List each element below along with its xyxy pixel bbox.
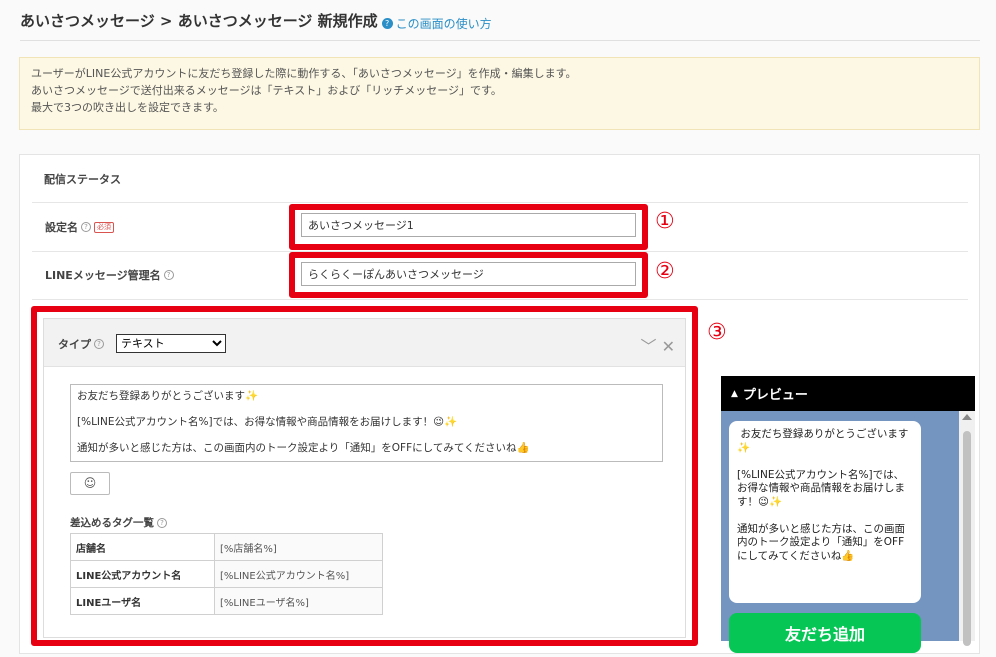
help-link[interactable]: ? この画面の使い方 <box>381 15 492 32</box>
divider <box>32 202 968 203</box>
preview-scrollbar[interactable] <box>959 411 975 646</box>
setting-name-label-text: 設定名 <box>45 221 78 234</box>
divider <box>32 299 968 300</box>
preview-panel: ▲ プレビュー お友だち登録ありがとうございます✨ [%LINE公式アカウント名… <box>721 376 975 653</box>
annotation-number-3: ③ <box>707 320 727 345</box>
notice-box: ユーザーがLINE公式アカウントに友だち登録した際に動作する、「あいさつメッセー… <box>19 57 980 130</box>
header-divider <box>20 40 980 41</box>
scroll-thumb[interactable] <box>963 431 971 646</box>
preview-header[interactable]: ▲ プレビュー <box>721 376 975 411</box>
annotation-number-2: ② <box>655 259 675 284</box>
annotation-number-1: ① <box>655 209 675 234</box>
help-icon: ? <box>381 18 393 29</box>
page-title: あいさつメッセージ > あいさつメッセージ 新規作成 <box>20 12 378 30</box>
highlight-box-1 <box>289 204 648 250</box>
collapse-triangle-icon: ▲ <box>731 388 738 399</box>
help-icon[interactable]: ? <box>81 222 91 232</box>
help-link-label[interactable]: この画面の使い方 <box>396 15 492 32</box>
section-title: 配信ステータス <box>44 173 121 186</box>
highlight-box-3 <box>31 306 698 646</box>
setting-name-label: 設定名 ? 必須 <box>45 219 114 235</box>
notice-line: ユーザーがLINE公式アカウントに友だち登録した際に動作する、「あいさつメッセー… <box>31 67 577 80</box>
help-icon[interactable]: ? <box>163 270 174 280</box>
notice-line: あいさつメッセージで送付出来るメッセージは「テキスト」および「リッチメッセージ」… <box>31 84 502 97</box>
line-name-label: LINEメッセージ管理名 ? <box>45 267 174 283</box>
preview-title: プレビュー <box>742 388 808 403</box>
highlight-box-2 <box>289 252 648 298</box>
page-header: あいさつメッセージ > あいさつメッセージ 新規作成 ? この画面の使い方 <box>20 10 492 34</box>
line-name-label-text: LINEメッセージ管理名 <box>45 269 161 282</box>
preview-message-bubble: お友だち登録ありがとうございます✨ [%LINE公式アカウント名%]では、お得な… <box>729 421 921 603</box>
notice-line: 最大で3つの吹き出しを設定できます。 <box>31 101 224 114</box>
scroll-up-icon[interactable] <box>962 414 972 420</box>
add-friend-button[interactable]: 友だち追加 <box>729 613 921 653</box>
required-badge: 必須 <box>94 221 114 233</box>
